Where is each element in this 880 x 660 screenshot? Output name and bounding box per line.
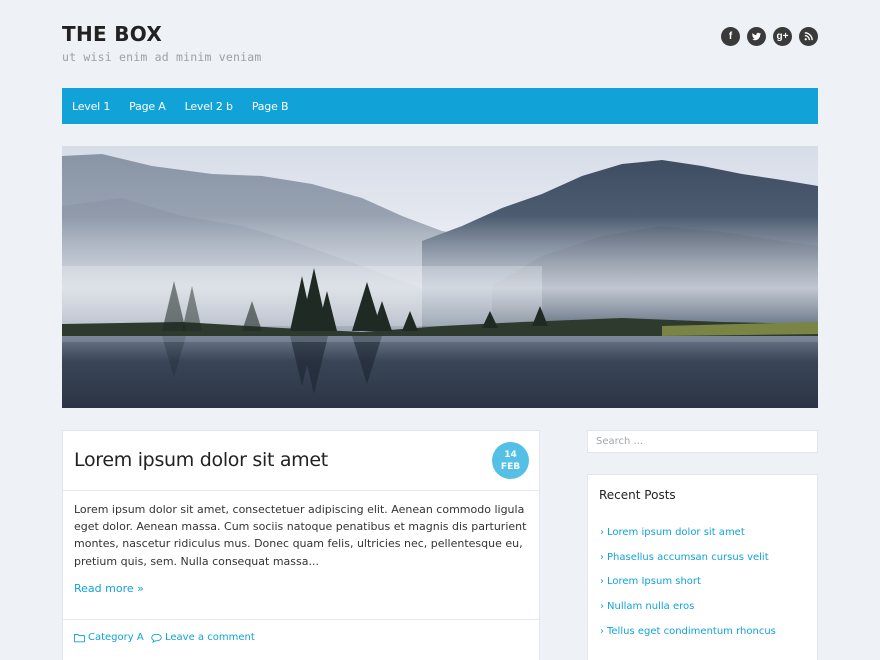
facebook-icon[interactable]: f xyxy=(721,27,740,46)
nav-item-page-a[interactable]: Page A xyxy=(129,100,166,113)
recent-post-item[interactable]: › Nullam nulla eros xyxy=(600,594,776,619)
category-label: Category A xyxy=(88,632,144,643)
widget-title: Recent Posts xyxy=(599,488,676,502)
recent-post-item[interactable]: › Lorem Ipsum short xyxy=(600,569,776,594)
comment-label: Leave a comment xyxy=(165,632,255,643)
date-month: FEB xyxy=(500,461,521,472)
rss-icon[interactable] xyxy=(799,27,818,46)
site-description: ut wisi enim ad minim veniam xyxy=(62,50,262,64)
folder-icon xyxy=(74,633,85,642)
chevron-right-icon: › xyxy=(600,600,604,612)
post-excerpt: Lorem ipsum dolor sit amet, consectetuer… xyxy=(74,503,527,568)
read-more-link[interactable]: Read more » xyxy=(74,582,144,595)
recent-posts-widget: Recent Posts › Lorem ipsum dolor sit amet… xyxy=(587,474,818,660)
category-link[interactable]: Category A xyxy=(74,632,144,643)
chevron-right-icon: › xyxy=(600,625,604,637)
twitter-icon[interactable] xyxy=(747,27,766,46)
post-header: Lorem ipsum dolor sit amet 14 FEB xyxy=(63,431,539,491)
site-header: THE BOX ut wisi enim ad minim veniam f g… xyxy=(62,22,818,72)
nav-item-level-2[interactable]: Level 2 b xyxy=(185,100,233,113)
chevron-right-icon: › xyxy=(600,526,604,538)
site-title[interactable]: THE BOX xyxy=(62,22,162,46)
hero-image xyxy=(62,146,818,408)
google-plus-icon[interactable]: g+ xyxy=(773,27,792,46)
search-input[interactable] xyxy=(587,430,818,453)
comment-link[interactable]: Leave a comment xyxy=(151,632,255,643)
social-links: f g+ xyxy=(721,27,818,46)
main-navigation: Level 1 Page A Level 2 b Page B xyxy=(62,88,818,124)
chevron-right-icon: › xyxy=(600,576,604,588)
post-card: Lorem ipsum dolor sit amet 14 FEB Lorem … xyxy=(62,430,540,660)
post-title[interactable]: Lorem ipsum dolor sit amet xyxy=(74,449,328,471)
date-day: 14 xyxy=(504,449,517,460)
date-badge: 14 FEB xyxy=(492,442,529,479)
comment-icon xyxy=(151,633,162,643)
post-footer: Category A Leave a comment xyxy=(63,619,539,660)
misty-lake-landscape xyxy=(62,146,818,408)
recent-post-item[interactable]: › Phasellus accumsan cursus velit xyxy=(600,545,776,570)
nav-item-page-b[interactable]: Page B xyxy=(252,100,289,113)
chevron-right-icon: › xyxy=(600,551,604,563)
recent-posts-list: › Lorem ipsum dolor sit amet › Phasellus a… xyxy=(600,520,776,643)
recent-post-item[interactable]: › Tellus eget condimentum rhoncus xyxy=(600,619,776,644)
recent-post-item[interactable]: › Lorem ipsum dolor sit amet xyxy=(600,520,776,545)
nav-item-level-1[interactable]: Level 1 xyxy=(72,100,110,113)
